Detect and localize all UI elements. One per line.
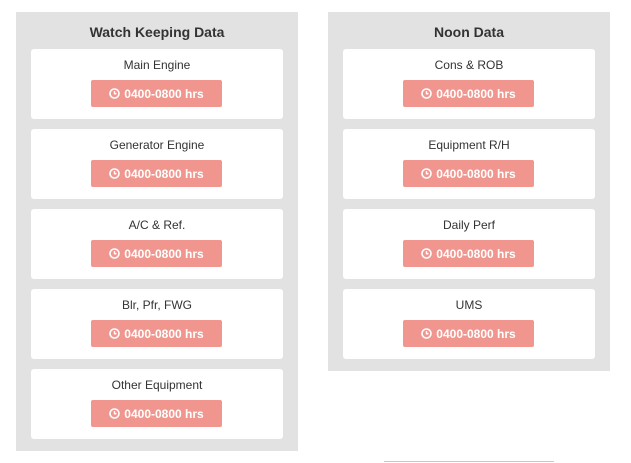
clock-icon: [421, 168, 433, 179]
time-button-equipment-rh[interactable]: 0400-0800 hrs: [403, 160, 534, 187]
time-button-label: 0400-0800 hrs: [124, 406, 204, 421]
time-button-daily-perf[interactable]: 0400-0800 hrs: [403, 240, 534, 267]
time-button-label: 0400-0800 hrs: [124, 326, 204, 341]
card-title: Main Engine: [123, 58, 191, 72]
time-button-generator-engine[interactable]: 0400-0800 hrs: [91, 160, 222, 187]
card-generator-engine: Generator Engine 0400-0800 hrs: [31, 129, 283, 199]
time-button-main-engine[interactable]: 0400-0800 hrs: [91, 80, 222, 107]
clock-icon: [421, 328, 433, 339]
card-blr-pfr-fwg: Blr, Pfr, FWG 0400-0800 hrs: [31, 289, 283, 359]
card-main-engine: Main Engine 0400-0800 hrs: [31, 49, 283, 119]
clock-icon: [109, 88, 121, 99]
card-title: UMS: [455, 298, 483, 312]
watch-keeping-panel: Watch Keeping Data Main Engine 0400-0800…: [16, 12, 298, 451]
clock-icon: [109, 168, 121, 179]
card-title: Other Equipment: [111, 378, 203, 392]
card-title: A/C & Ref.: [128, 218, 186, 232]
card-title: Daily Perf: [442, 218, 495, 232]
card-ac-ref: A/C & Ref. 0400-0800 hrs: [31, 209, 283, 279]
card-title: Generator Engine: [109, 138, 205, 152]
card-ums: UMS 0400-0800 hrs: [343, 289, 595, 359]
clock-icon: [109, 248, 121, 259]
time-button-label: 0400-0800 hrs: [436, 246, 516, 261]
time-button-label: 0400-0800 hrs: [436, 86, 516, 101]
card-equipment-rh: Equipment R/H 0400-0800 hrs: [343, 129, 595, 199]
card-title: Cons & ROB: [434, 58, 504, 72]
time-button-label: 0400-0800 hrs: [124, 246, 204, 261]
card-title: Blr, Pfr, FWG: [121, 298, 192, 312]
card-title: Equipment R/H: [428, 138, 510, 152]
time-button-label: 0400-0800 hrs: [436, 166, 516, 181]
time-button-other-equipment[interactable]: 0400-0800 hrs: [91, 400, 222, 427]
card-cons-rob: Cons & ROB 0400-0800 hrs: [343, 49, 595, 119]
card-other-equipment: Other Equipment 0400-0800 hrs: [31, 369, 283, 439]
time-button-cons-rob[interactable]: 0400-0800 hrs: [403, 80, 534, 107]
time-button-label: 0400-0800 hrs: [124, 86, 204, 101]
time-button-label: 0400-0800 hrs: [124, 166, 204, 181]
clock-icon: [109, 328, 121, 339]
clock-icon: [421, 248, 433, 259]
time-button-ums[interactable]: 0400-0800 hrs: [403, 320, 534, 347]
bottom-divider: [384, 461, 554, 462]
clock-icon: [109, 408, 121, 419]
time-button-blr-pfr-fwg[interactable]: 0400-0800 hrs: [91, 320, 222, 347]
time-button-label: 0400-0800 hrs: [436, 326, 516, 341]
panel-title: Noon Data: [434, 24, 504, 40]
panel-title: Watch Keeping Data: [89, 24, 225, 40]
noon-data-panel: Noon Data Cons & ROB 0400-0800 hrs Equip…: [328, 12, 610, 371]
card-daily-perf: Daily Perf 0400-0800 hrs: [343, 209, 595, 279]
time-button-ac-ref[interactable]: 0400-0800 hrs: [91, 240, 222, 267]
clock-icon: [421, 88, 433, 99]
